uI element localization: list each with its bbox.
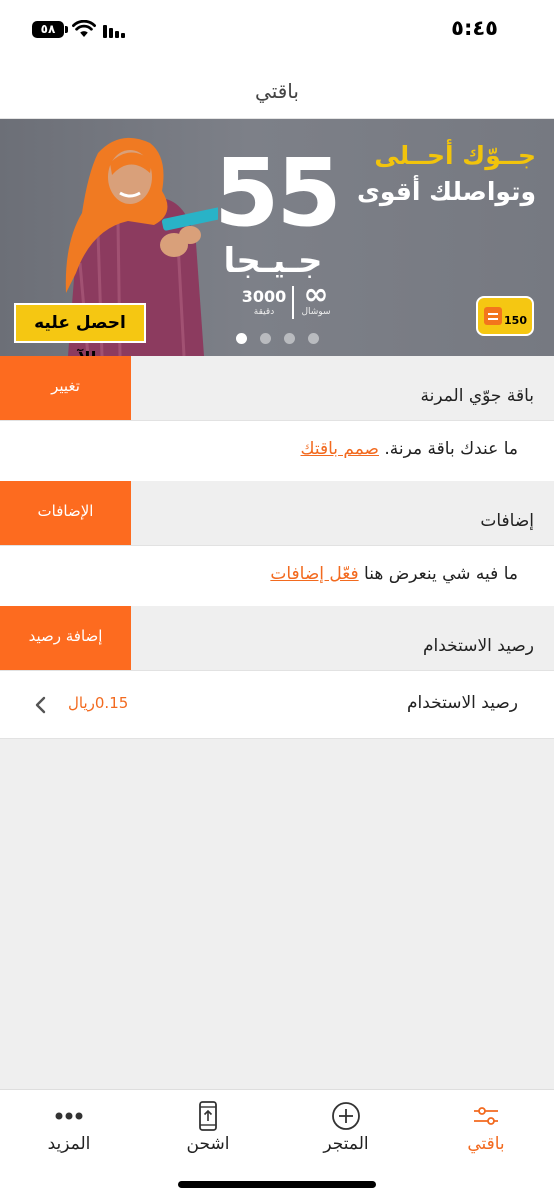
- banner-headline-2: وتواصلك أقوى: [356, 177, 536, 206]
- banner-divider: [292, 286, 294, 319]
- addons-info-row: ما فيه شي ينعرض هنا فعّل إضافات: [0, 546, 554, 607]
- change-plan-button[interactable]: تغيير: [0, 356, 131, 420]
- addons-info-text: ما فيه شي ينعرض هنا: [364, 564, 518, 584]
- tab-label: المزيد: [47, 1134, 91, 1154]
- flex-plan-info-text: ما عندك باقة مرنة.: [384, 439, 518, 459]
- pagination-dot[interactable]: [308, 333, 319, 344]
- banner-unit: جـيـجا: [223, 241, 323, 281]
- design-plan-link[interactable]: صمم باقتك: [301, 439, 379, 459]
- activate-addons-link[interactable]: فعّل إضافات: [270, 564, 358, 584]
- addons-info: ما فيه شي ينعرض هنا فعّل إضافات: [270, 564, 518, 584]
- home-indicator[interactable]: [178, 1181, 376, 1188]
- sim-card-icon: 150: [476, 296, 534, 336]
- tab-more[interactable]: المزيد: [19, 1090, 119, 1170]
- balance-title: رصيد الاستخدام: [422, 636, 534, 656]
- content-background: [0, 739, 554, 1089]
- pagination-dot[interactable]: [236, 333, 247, 344]
- balance-section: رصيد الاستخدام إضافة رصيد: [0, 606, 554, 671]
- tab-label: المتجر: [323, 1134, 369, 1154]
- banner-amount: 55: [214, 139, 342, 248]
- balance-info-text: رصيد الاستخدام: [406, 693, 518, 713]
- sliders-icon: [474, 1107, 498, 1125]
- balance-amount: 0.15ريال: [68, 694, 129, 712]
- banner-social-label: سوشال: [301, 307, 331, 317]
- sim-chip-icon: [484, 307, 502, 325]
- chevron-left-icon[interactable]: [34, 696, 46, 714]
- banner-pagination[interactable]: [236, 333, 326, 347]
- status-time: ٥:٤٥: [451, 16, 498, 40]
- promo-banner[interactable]: جــوّك أحــلى وتواصلك أقوى 55 جـيـجا 300…: [0, 119, 554, 356]
- flex-plan-info: ما عندك باقة مرنة. صمم باقتك: [301, 439, 518, 459]
- phone-upload-icon: [199, 1101, 217, 1131]
- plus-circle-icon: [332, 1102, 360, 1130]
- banner-minutes-label: دقيقة: [253, 307, 275, 317]
- tab-recharge[interactable]: اشحن: [158, 1090, 258, 1170]
- page-title: باقتي: [0, 60, 554, 119]
- add-balance-button[interactable]: إضافة رصيد: [0, 606, 131, 670]
- sim-card-label: 150: [504, 314, 527, 327]
- banner-headline-1: جــوّك أحــلى: [374, 141, 536, 170]
- addons-section: إضافات الإضافات: [0, 481, 554, 546]
- tab-label: باقتي: [467, 1134, 505, 1154]
- tab-store[interactable]: المتجر: [296, 1090, 396, 1170]
- flex-plan-section: باقة جوّي المرنة تغيير: [0, 356, 554, 421]
- status-bar: ٥٨ ٥:٤٥: [0, 0, 554, 60]
- addons-title: إضافات: [480, 511, 534, 531]
- wifi-icon: [72, 20, 96, 37]
- tab-my-plan[interactable]: باقتي: [436, 1090, 536, 1170]
- pagination-dot[interactable]: [260, 333, 271, 344]
- tab-label: اشحن: [186, 1134, 230, 1154]
- pagination-dot[interactable]: [284, 333, 295, 344]
- banner-cta-button[interactable]: احصل عليه الآن: [14, 303, 146, 356]
- addons-button[interactable]: الإضافات: [0, 481, 131, 545]
- flex-plan-title: باقة جوّي المرنة: [420, 386, 534, 406]
- battery-indicator: ٥٨: [32, 21, 68, 38]
- more-dots-icon: [55, 1112, 83, 1120]
- balance-info-row[interactable]: رصيد الاستخدام 0.15ريال: [0, 671, 554, 739]
- banner-minutes-value: 3000: [241, 287, 287, 306]
- signal-icon: [103, 25, 125, 38]
- flex-plan-info-row: ما عندك باقة مرنة. صمم باقتك: [0, 421, 554, 482]
